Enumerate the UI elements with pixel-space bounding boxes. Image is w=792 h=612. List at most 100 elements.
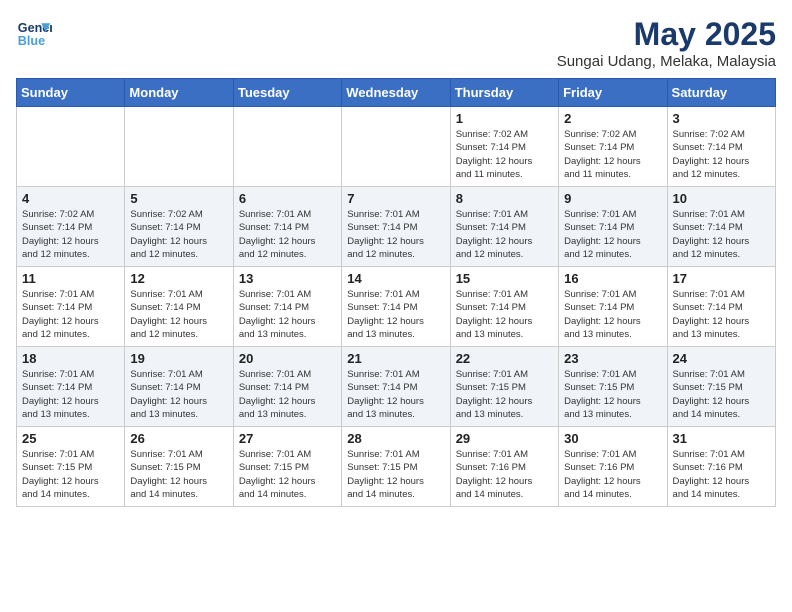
- day-info: Sunrise: 7:01 AM Sunset: 7:14 PM Dayligh…: [239, 208, 336, 261]
- day-info: Sunrise: 7:02 AM Sunset: 7:14 PM Dayligh…: [673, 128, 770, 181]
- col-header-thursday: Thursday: [450, 79, 558, 107]
- day-number: 11: [22, 271, 119, 286]
- col-header-saturday: Saturday: [667, 79, 775, 107]
- calendar-week-3: 11 Sunrise: 7:01 AM Sunset: 7:14 PM Dayli…: [17, 267, 776, 347]
- day-info: Sunrise: 7:01 AM Sunset: 7:15 PM Dayligh…: [130, 448, 227, 501]
- col-header-friday: Friday: [559, 79, 667, 107]
- calendar-cell: [17, 107, 125, 187]
- calendar-cell: [125, 107, 233, 187]
- calendar-cell: 2 Sunrise: 7:02 AM Sunset: 7:14 PM Daylig…: [559, 107, 667, 187]
- day-info: Sunrise: 7:01 AM Sunset: 7:15 PM Dayligh…: [239, 448, 336, 501]
- calendar-cell: 10 Sunrise: 7:01 AM Sunset: 7:14 PM Dayli…: [667, 187, 775, 267]
- day-number: 3: [673, 111, 770, 126]
- day-info: Sunrise: 7:01 AM Sunset: 7:14 PM Dayligh…: [564, 288, 661, 341]
- calendar-cell: 1 Sunrise: 7:02 AM Sunset: 7:14 PM Daylig…: [450, 107, 558, 187]
- calendar-cell: 29 Sunrise: 7:01 AM Sunset: 7:16 PM Dayli…: [450, 427, 558, 507]
- location-subtitle: Sungai Udang, Melaka, Malaysia: [557, 53, 776, 70]
- calendar-cell: 13 Sunrise: 7:01 AM Sunset: 7:14 PM Dayli…: [233, 267, 341, 347]
- day-number: 25: [22, 431, 119, 446]
- calendar-cell: 4Sunrise: 7:02 AM Sunset: 7:14 PM Daylig…: [17, 187, 125, 267]
- title-section: May 2025 Sungai Udang, Melaka, Malaysia: [557, 16, 776, 70]
- calendar-cell: 30 Sunrise: 7:01 AM Sunset: 7:16 PM Dayli…: [559, 427, 667, 507]
- day-number: 13: [239, 271, 336, 286]
- day-info: Sunrise: 7:01 AM Sunset: 7:14 PM Dayligh…: [456, 208, 553, 261]
- day-info: Sunrise: 7:01 AM Sunset: 7:14 PM Dayligh…: [347, 288, 444, 341]
- day-info: Sunrise: 7:01 AM Sunset: 7:14 PM Dayligh…: [673, 208, 770, 261]
- calendar-cell: 21 Sunrise: 7:01 AM Sunset: 7:14 PM Dayli…: [342, 347, 450, 427]
- day-number: 31: [673, 431, 770, 446]
- calendar-cell: [342, 107, 450, 187]
- calendar-week-4: 18 Sunrise: 7:01 AM Sunset: 7:14 PM Dayli…: [17, 347, 776, 427]
- calendar-cell: 7 Sunrise: 7:01 AM Sunset: 7:14 PM Daylig…: [342, 187, 450, 267]
- day-number: 30: [564, 431, 661, 446]
- calendar-cell: 27 Sunrise: 7:01 AM Sunset: 7:15 PM Dayli…: [233, 427, 341, 507]
- day-number: 14: [347, 271, 444, 286]
- day-info: Sunrise: 7:02 AM Sunset: 7:14 PM Dayligh…: [564, 128, 661, 181]
- day-info: Sunrise: 7:01 AM Sunset: 7:14 PM Dayligh…: [347, 368, 444, 421]
- calendar-cell: [233, 107, 341, 187]
- day-info: Sunrise: 7:01 AM Sunset: 7:16 PM Dayligh…: [673, 448, 770, 501]
- calendar-cell: 14 Sunrise: 7:01 AM Sunset: 7:14 PM Dayli…: [342, 267, 450, 347]
- calendar-table: SundayMondayTuesdayWednesdayThursdayFrid…: [16, 78, 776, 507]
- col-header-wednesday: Wednesday: [342, 79, 450, 107]
- day-info: Sunrise: 7:01 AM Sunset: 7:15 PM Dayligh…: [456, 368, 553, 421]
- day-number: 1: [456, 111, 553, 126]
- day-info: Sunrise: 7:01 AM Sunset: 7:16 PM Dayligh…: [564, 448, 661, 501]
- calendar-cell: 5 Sunrise: 7:02 AM Sunset: 7:14 PM Daylig…: [125, 187, 233, 267]
- day-number: 18: [22, 351, 119, 366]
- day-info: Sunrise: 7:01 AM Sunset: 7:14 PM Dayligh…: [130, 368, 227, 421]
- day-number: 5: [130, 191, 227, 206]
- day-info: Sunrise: 7:02 AM Sunset: 7:14 PM Dayligh…: [130, 208, 227, 261]
- day-number: 27: [239, 431, 336, 446]
- day-number: 19: [130, 351, 227, 366]
- calendar-header-row: SundayMondayTuesdayWednesdayThursdayFrid…: [17, 79, 776, 107]
- calendar-cell: 3 Sunrise: 7:02 AM Sunset: 7:14 PM Daylig…: [667, 107, 775, 187]
- day-number: 7: [347, 191, 444, 206]
- day-number: 26: [130, 431, 227, 446]
- day-info: Sunrise: 7:01 AM Sunset: 7:14 PM Dayligh…: [456, 288, 553, 341]
- calendar-cell: 31 Sunrise: 7:01 AM Sunset: 7:16 PM Dayli…: [667, 427, 775, 507]
- calendar-cell: 28Sunrise: 7:01 AM Sunset: 7:15 PM Dayli…: [342, 427, 450, 507]
- calendar-cell: 25Sunrise: 7:01 AM Sunset: 7:15 PM Dayli…: [17, 427, 125, 507]
- calendar-cell: 20Sunrise: 7:01 AM Sunset: 7:14 PM Dayli…: [233, 347, 341, 427]
- day-info: Sunrise: 7:01 AM Sunset: 7:15 PM Dayligh…: [673, 368, 770, 421]
- day-info: Sunrise: 7:01 AM Sunset: 7:14 PM Dayligh…: [130, 288, 227, 341]
- day-number: 17: [673, 271, 770, 286]
- day-info: Sunrise: 7:01 AM Sunset: 7:15 PM Dayligh…: [347, 448, 444, 501]
- calendar-cell: 19 Sunrise: 7:01 AM Sunset: 7:14 PM Dayli…: [125, 347, 233, 427]
- day-number: 9: [564, 191, 661, 206]
- calendar-cell: 6 Sunrise: 7:01 AM Sunset: 7:14 PM Daylig…: [233, 187, 341, 267]
- day-info: Sunrise: 7:02 AM Sunset: 7:14 PM Dayligh…: [22, 208, 119, 261]
- col-header-tuesday: Tuesday: [233, 79, 341, 107]
- calendar-cell: 16 Sunrise: 7:01 AM Sunset: 7:14 PM Dayli…: [559, 267, 667, 347]
- calendar-week-2: 4Sunrise: 7:02 AM Sunset: 7:14 PM Daylig…: [17, 187, 776, 267]
- day-info: Sunrise: 7:02 AM Sunset: 7:14 PM Dayligh…: [456, 128, 553, 181]
- logo-icon: General Blue: [16, 16, 52, 52]
- day-number: 23: [564, 351, 661, 366]
- day-number: 16: [564, 271, 661, 286]
- day-info: Sunrise: 7:01 AM Sunset: 7:14 PM Dayligh…: [347, 208, 444, 261]
- day-number: 8: [456, 191, 553, 206]
- day-info: Sunrise: 7:01 AM Sunset: 7:14 PM Dayligh…: [239, 368, 336, 421]
- day-info: Sunrise: 7:01 AM Sunset: 7:14 PM Dayligh…: [22, 368, 119, 421]
- day-info: Sunrise: 7:01 AM Sunset: 7:14 PM Dayligh…: [22, 288, 119, 341]
- day-info: Sunrise: 7:01 AM Sunset: 7:16 PM Dayligh…: [456, 448, 553, 501]
- page-header: General Blue May 2025 Sungai Udang, Mela…: [16, 16, 776, 70]
- calendar-cell: 12Sunrise: 7:01 AM Sunset: 7:14 PM Dayli…: [125, 267, 233, 347]
- day-number: 6: [239, 191, 336, 206]
- day-number: 2: [564, 111, 661, 126]
- calendar-cell: 24Sunrise: 7:01 AM Sunset: 7:15 PM Dayli…: [667, 347, 775, 427]
- logo: General Blue: [16, 16, 52, 52]
- svg-text:Blue: Blue: [18, 34, 45, 48]
- day-number: 10: [673, 191, 770, 206]
- day-number: 29: [456, 431, 553, 446]
- calendar-cell: 23Sunrise: 7:01 AM Sunset: 7:15 PM Dayli…: [559, 347, 667, 427]
- day-info: Sunrise: 7:01 AM Sunset: 7:14 PM Dayligh…: [673, 288, 770, 341]
- calendar-week-5: 25 Sunrise: 7:01 AM Sunset: 7:15 PM Dayli…: [17, 427, 776, 507]
- calendar-cell: 17 Sunrise: 7:01 AM Sunset: 7:14 PM Dayli…: [667, 267, 775, 347]
- day-info: Sunrise: 7:01 AM Sunset: 7:14 PM Dayligh…: [239, 288, 336, 341]
- col-header-monday: Monday: [125, 79, 233, 107]
- calendar-cell: 15Sunrise: 7:01 AM Sunset: 7:14 PM Dayli…: [450, 267, 558, 347]
- day-number: 21: [347, 351, 444, 366]
- calendar-cell: 8 Sunrise: 7:01 AM Sunset: 7:14 PM Daylig…: [450, 187, 558, 267]
